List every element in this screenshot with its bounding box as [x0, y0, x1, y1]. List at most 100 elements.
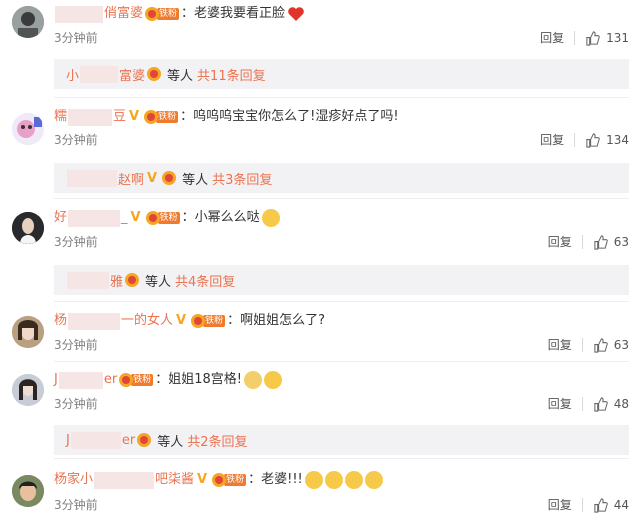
avatar[interactable] [12, 113, 44, 145]
comment-time: 3分钟前 [54, 397, 98, 411]
like-count: 63 [613, 338, 629, 352]
more-replies-link[interactable]: 共2条回复 [187, 431, 247, 450]
crying-emoji-icon [364, 471, 383, 489]
sub-reply-user[interactable]: 雅 [110, 271, 123, 290]
comment-time: 3分钟前 [54, 133, 98, 147]
blurred-username [68, 108, 113, 126]
username[interactable]: 杨家小 [54, 470, 93, 490]
comment-line: 杨 一的女人 V 铁粉 ： 啊姐姐怎么了? [54, 311, 325, 331]
fan-badge-icon: 铁粉 [145, 211, 180, 226]
comment-text: 老婆!!! [261, 472, 303, 487]
more-replies-link[interactable]: 共11条回复 [197, 65, 266, 84]
like-count: 48 [613, 397, 629, 411]
blurred-username [94, 471, 155, 489]
username[interactable]: 好 [54, 208, 67, 228]
username[interactable]: 杨 [54, 311, 67, 331]
thumbs-up-icon[interactable] [593, 396, 608, 412]
username[interactable]: J [54, 370, 58, 390]
sub-reply-user[interactable]: 赵啊 [118, 169, 144, 188]
sub-replies-bar[interactable]: 雅 等人 共4条回复 [54, 265, 629, 295]
comment-time: 3分钟前 [54, 498, 98, 512]
red-heart-icon [288, 7, 304, 21]
fan-badge-icon [147, 67, 162, 82]
comment-actions: 回复 131 [540, 28, 629, 48]
verified-v-icon: V [197, 472, 208, 487]
blurred-username [58, 371, 103, 389]
username[interactable]: 糯 [54, 107, 67, 127]
comment-time: 3分钟前 [54, 235, 98, 249]
divider [581, 338, 583, 352]
reply-button[interactable]: 回复 [548, 495, 572, 515]
fan-badge-icon: 铁粉 [212, 473, 247, 488]
username[interactable]: 俏富婆 [104, 4, 143, 24]
comment-actions: 回复 134 [540, 130, 629, 150]
verified-v-icon: V [176, 313, 187, 328]
reply-button[interactable]: 回复 [548, 394, 572, 414]
comment-line: 俏富婆 铁粉 ： 老婆我要看正脸 [54, 4, 305, 24]
sub-replies-bar[interactable]: J er 等人 共2条回复 [54, 425, 629, 455]
divider [581, 397, 583, 411]
comment-actions: 回复 63 [548, 335, 629, 355]
blurred-username [67, 271, 109, 289]
reply-button[interactable]: 回复 [548, 335, 572, 355]
divider [54, 198, 629, 199]
sub-replies-bar[interactable]: 赵啊 V 等人 共3条回复 [54, 163, 629, 193]
thumbs-up-icon[interactable] [593, 234, 608, 250]
thumbs-up-icon[interactable] [585, 132, 600, 148]
comment-text: 老婆我要看正脸 [194, 6, 286, 21]
blurred-username [80, 65, 119, 83]
blurred-username [55, 5, 103, 23]
comment-line: J er 铁粉 ： 姐姐18宫格! [54, 370, 282, 390]
avatar[interactable] [12, 475, 44, 507]
fan-badge-icon [125, 273, 140, 288]
like-count: 131 [606, 31, 629, 45]
avatar[interactable] [12, 6, 44, 38]
avatar[interactable] [12, 316, 44, 348]
divider [574, 31, 576, 45]
sub-reply-user[interactable]: 小 [66, 65, 79, 84]
more-replies-link[interactable]: 共3条回复 [212, 169, 272, 188]
like-count: 134 [606, 133, 629, 147]
comment-line: 糯 豆 V 铁粉 ： 呜呜呜宝宝你怎么了!湿疹好点了吗! [54, 107, 399, 127]
divider [581, 235, 583, 249]
more-replies-link[interactable]: 共4条回复 [175, 271, 235, 290]
verified-v-icon: V [129, 109, 140, 124]
divider [581, 498, 583, 512]
sub-reply-user[interactable]: J [66, 433, 70, 448]
comment-text: 小幂么么哒 [194, 210, 260, 225]
divider [54, 361, 629, 362]
comment-line: 杨家小 吧柒酱 V 铁粉 ： 老婆!!! [54, 470, 383, 490]
crying-emoji-icon [304, 471, 323, 489]
fan-badge-icon: 铁粉 [191, 314, 226, 329]
verified-v-icon: V [147, 170, 158, 186]
avatar[interactable] [12, 212, 44, 244]
sub-replies-bar[interactable]: 小 富婆 等人 共11条回复 [54, 59, 629, 89]
blurred-username [68, 312, 121, 330]
crying-emoji-icon [263, 371, 282, 389]
reply-button[interactable]: 回复 [540, 28, 564, 48]
like-count: 63 [613, 235, 629, 249]
comment-text: 呜呜呜宝宝你怎么了!湿疹好点了吗! [193, 109, 399, 124]
crying-emoji-icon [324, 471, 343, 489]
reply-button[interactable]: 回复 [540, 130, 564, 150]
comment-actions: 回复 44 [548, 495, 629, 515]
comment-text: 啊姐姐怎么了? [240, 313, 326, 328]
blurred-username [70, 431, 121, 449]
divider [54, 301, 629, 302]
crying-emoji-icon [344, 471, 363, 489]
avatar[interactable] [12, 374, 44, 406]
verified-v-icon: V [130, 210, 141, 225]
like-count: 44 [613, 498, 629, 512]
comment-text: 姐姐18宫格! [168, 372, 242, 387]
reply-button[interactable]: 回复 [548, 232, 572, 252]
thumbs-up-icon[interactable] [585, 30, 600, 46]
fan-badge-icon [137, 433, 152, 448]
divider [574, 133, 576, 147]
comment-time: 3分钟前 [54, 338, 98, 352]
thumbs-up-icon[interactable] [593, 337, 608, 353]
comment-actions: 回复 63 [548, 232, 629, 252]
comment-time: 3分钟前 [54, 31, 98, 45]
thumbs-up-icon[interactable] [593, 497, 608, 513]
fan-badge-icon: 铁粉 [119, 373, 154, 388]
comment-actions: 回复 48 [548, 394, 629, 414]
